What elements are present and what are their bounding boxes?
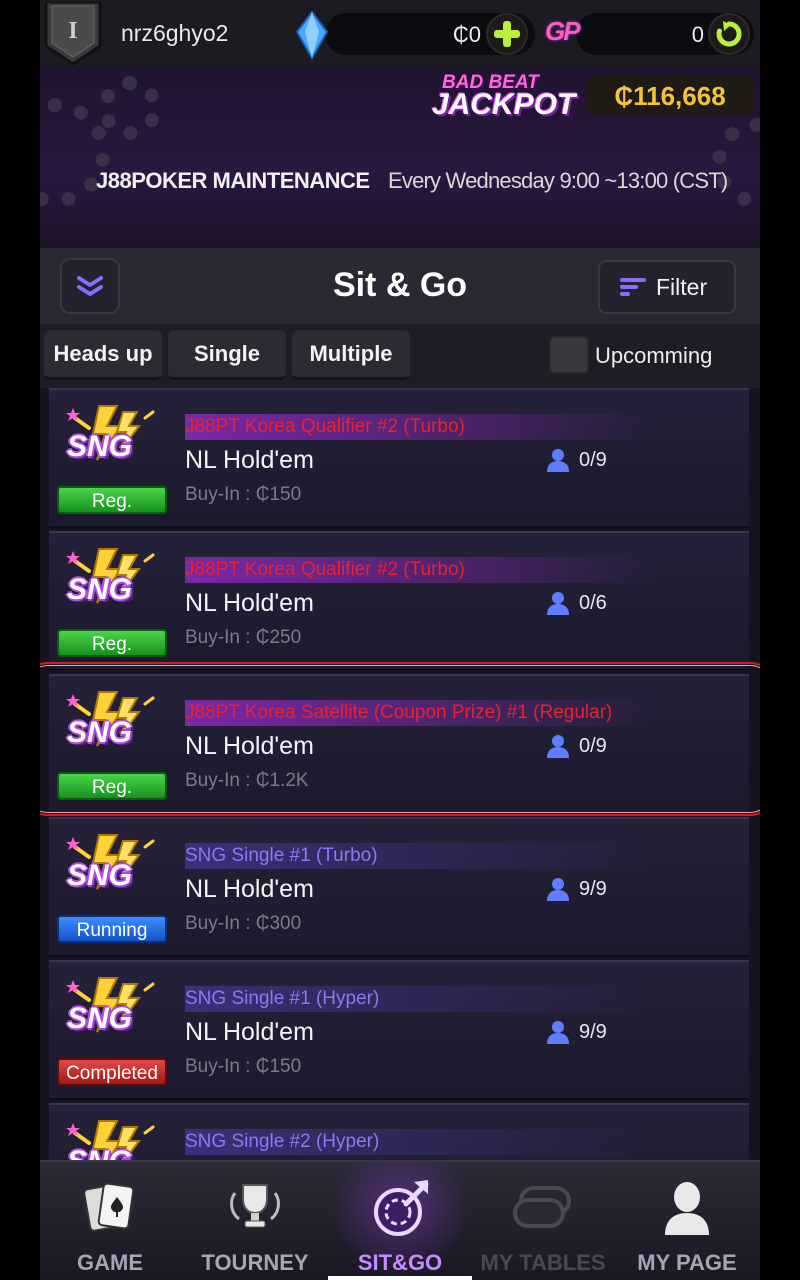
username: nrz6ghyo2 xyxy=(121,20,229,46)
maintenance-time: Every Wednesday 9:00 ~13:00 (CST) xyxy=(388,168,728,193)
nav-sitgo[interactable]: SIT&GO xyxy=(335,1162,465,1280)
tournament-row[interactable]: SNG Running SNG Single #1 (Turbo) NL Hold'e… xyxy=(49,817,749,957)
player-icon xyxy=(547,878,569,901)
status-badge: Reg. xyxy=(57,486,167,514)
player-count: 9/9 xyxy=(545,1020,607,1044)
sng-logo-icon: SNG xyxy=(59,976,159,1052)
upcoming-label: Upcomming xyxy=(595,343,713,368)
maintenance-banner[interactable]: BAD BEAT JACKPOT ₵116,668 J88POKER MAINT… xyxy=(40,68,760,248)
nav-tourney-label: TOURNEY xyxy=(201,1250,309,1275)
buy-in: Buy-In : ₵1.2K xyxy=(185,770,309,791)
player-count: 0/9 xyxy=(545,448,607,472)
nav-tourney[interactable]: TOURNEY xyxy=(190,1162,320,1280)
buy-in: Buy-In : ₵150 xyxy=(185,1056,302,1077)
buy-in: Buy-In : ₵300 xyxy=(185,913,302,934)
tournament-row[interactable]: SNG Reg. J88PT Korea Qualifier #2 (Turbo) N… xyxy=(49,388,749,528)
top-bar: I nrz6ghyo2 ₵0 0 GP xyxy=(40,0,760,68)
tournament-name: J88PT Korea Satellite (Coupon Prize) #1 … xyxy=(185,700,705,726)
tournament-name: SNG Single #1 (Hyper) xyxy=(185,986,705,1012)
add-coins-button[interactable] xyxy=(486,13,528,55)
sng-logo-icon: SNG xyxy=(59,833,159,909)
game-type: NL Hold'em xyxy=(185,732,314,760)
cards-icon xyxy=(78,1176,142,1240)
status-badge: Completed xyxy=(57,1058,167,1086)
game-type: NL Hold'em xyxy=(185,1018,314,1046)
filter-icon xyxy=(620,278,646,296)
tab-single[interactable]: Single xyxy=(168,330,286,380)
game-type: NL Hold'em xyxy=(185,875,314,903)
buy-in: Buy-In : ₵150 xyxy=(185,484,302,505)
tab-multiple[interactable]: Multiple xyxy=(292,330,410,380)
gear-decoration xyxy=(712,118,760,208)
chip-arrow-icon xyxy=(368,1176,432,1240)
player-icon xyxy=(547,592,569,615)
buy-in: Buy-In : ₵250 xyxy=(185,627,302,648)
rank-badge-icon[interactable]: I xyxy=(44,0,102,66)
gp-logo-icon: GP xyxy=(545,16,581,46)
player-count: 0/9 xyxy=(545,734,607,758)
refresh-gp-button[interactable] xyxy=(708,13,750,55)
status-badge: Running xyxy=(57,915,167,943)
gear-decoration xyxy=(98,76,162,140)
tables-icon xyxy=(511,1176,575,1240)
gp-balance: 0 xyxy=(691,22,704,47)
app-screen: I nrz6ghyo2 ₵0 0 GP BAD BEAT JACKPOT ₵11… xyxy=(40,0,760,1280)
nav-my-tables-label: MY TABLES xyxy=(480,1250,606,1275)
maintenance-title: J88POKER MAINTENANCE xyxy=(96,168,370,193)
sng-logo-icon: SNG xyxy=(59,404,159,480)
game-type: NL Hold'em xyxy=(185,589,314,617)
player-icon xyxy=(547,449,569,472)
active-tab-indicator xyxy=(328,1276,472,1280)
tournament-row[interactable]: SNG Completed SNG Single #1 (Hyper) NL Hold… xyxy=(49,960,749,1100)
player-icon xyxy=(547,735,569,758)
game-type: NL Hold'em xyxy=(185,446,314,474)
sit-and-go-header: Sit & Go Filter xyxy=(40,248,760,324)
nav-game[interactable]: GAME xyxy=(50,1162,170,1280)
tournament-list[interactable]: SNG Reg. J88PT Korea Qualifier #2 (Turbo) N… xyxy=(40,388,760,1160)
player-count: 0/6 xyxy=(545,591,607,615)
rank-letter: I xyxy=(68,18,77,44)
tournament-name: J88PT Korea Qualifier #2 (Turbo) xyxy=(185,414,705,440)
nav-my-tables[interactable]: MY TABLES xyxy=(478,1162,608,1280)
player-icon xyxy=(547,1021,569,1044)
nav-game-label: GAME xyxy=(77,1250,143,1275)
tournament-row[interactable]: SNG SNG Single #2 (Hyper) xyxy=(49,1103,749,1160)
coin-balance: ₵0 xyxy=(452,22,481,47)
tournament-name: SNG Single #2 (Hyper) xyxy=(185,1129,705,1155)
jackpot-amount: ₵116,668 xyxy=(586,76,754,116)
sng-logo-icon: SNG xyxy=(59,1119,159,1160)
status-badge: Reg. xyxy=(57,629,167,657)
filter-tabs: Heads up Single Multiple Upcomming xyxy=(40,324,760,388)
sng-logo-icon: SNG xyxy=(59,547,159,623)
tournament-row[interactable]: SNG Reg. J88PT Korea Qualifier #2 (Turbo) N… xyxy=(49,531,749,671)
nav-my-page-label: MY PAGE xyxy=(637,1250,737,1275)
refresh-icon xyxy=(716,21,742,47)
nav-my-page[interactable]: MY PAGE xyxy=(622,1162,752,1280)
player-count: 9/9 xyxy=(545,877,607,901)
filter-button[interactable]: Filter xyxy=(598,260,736,314)
user-profile-icon xyxy=(655,1176,719,1240)
bottom-navigation: GAME TOURNEY SIT&GO MY TABLES MY PAGE xyxy=(40,1160,760,1280)
filter-label: Filter xyxy=(656,273,708,300)
bad-beat-jackpot-logo: BAD BEAT JACKPOT xyxy=(432,72,576,121)
plus-icon xyxy=(494,21,520,47)
sng-logo-icon: SNG xyxy=(59,690,159,766)
diamond-icon xyxy=(295,10,329,61)
tournament-name: SNG Single #1 (Turbo) xyxy=(185,843,705,869)
trophy-icon xyxy=(223,1176,287,1240)
tab-heads-up[interactable]: Heads up xyxy=(44,330,162,380)
upcoming-checkbox[interactable] xyxy=(549,336,589,374)
tournament-row[interactable]: SNG Reg. J88PT Korea Satellite (Coupon Pri… xyxy=(49,674,749,814)
nav-sitgo-label: SIT&GO xyxy=(357,1250,443,1275)
tournament-name: J88PT Korea Qualifier #2 (Turbo) xyxy=(185,557,705,583)
status-badge: Reg. xyxy=(57,772,167,800)
